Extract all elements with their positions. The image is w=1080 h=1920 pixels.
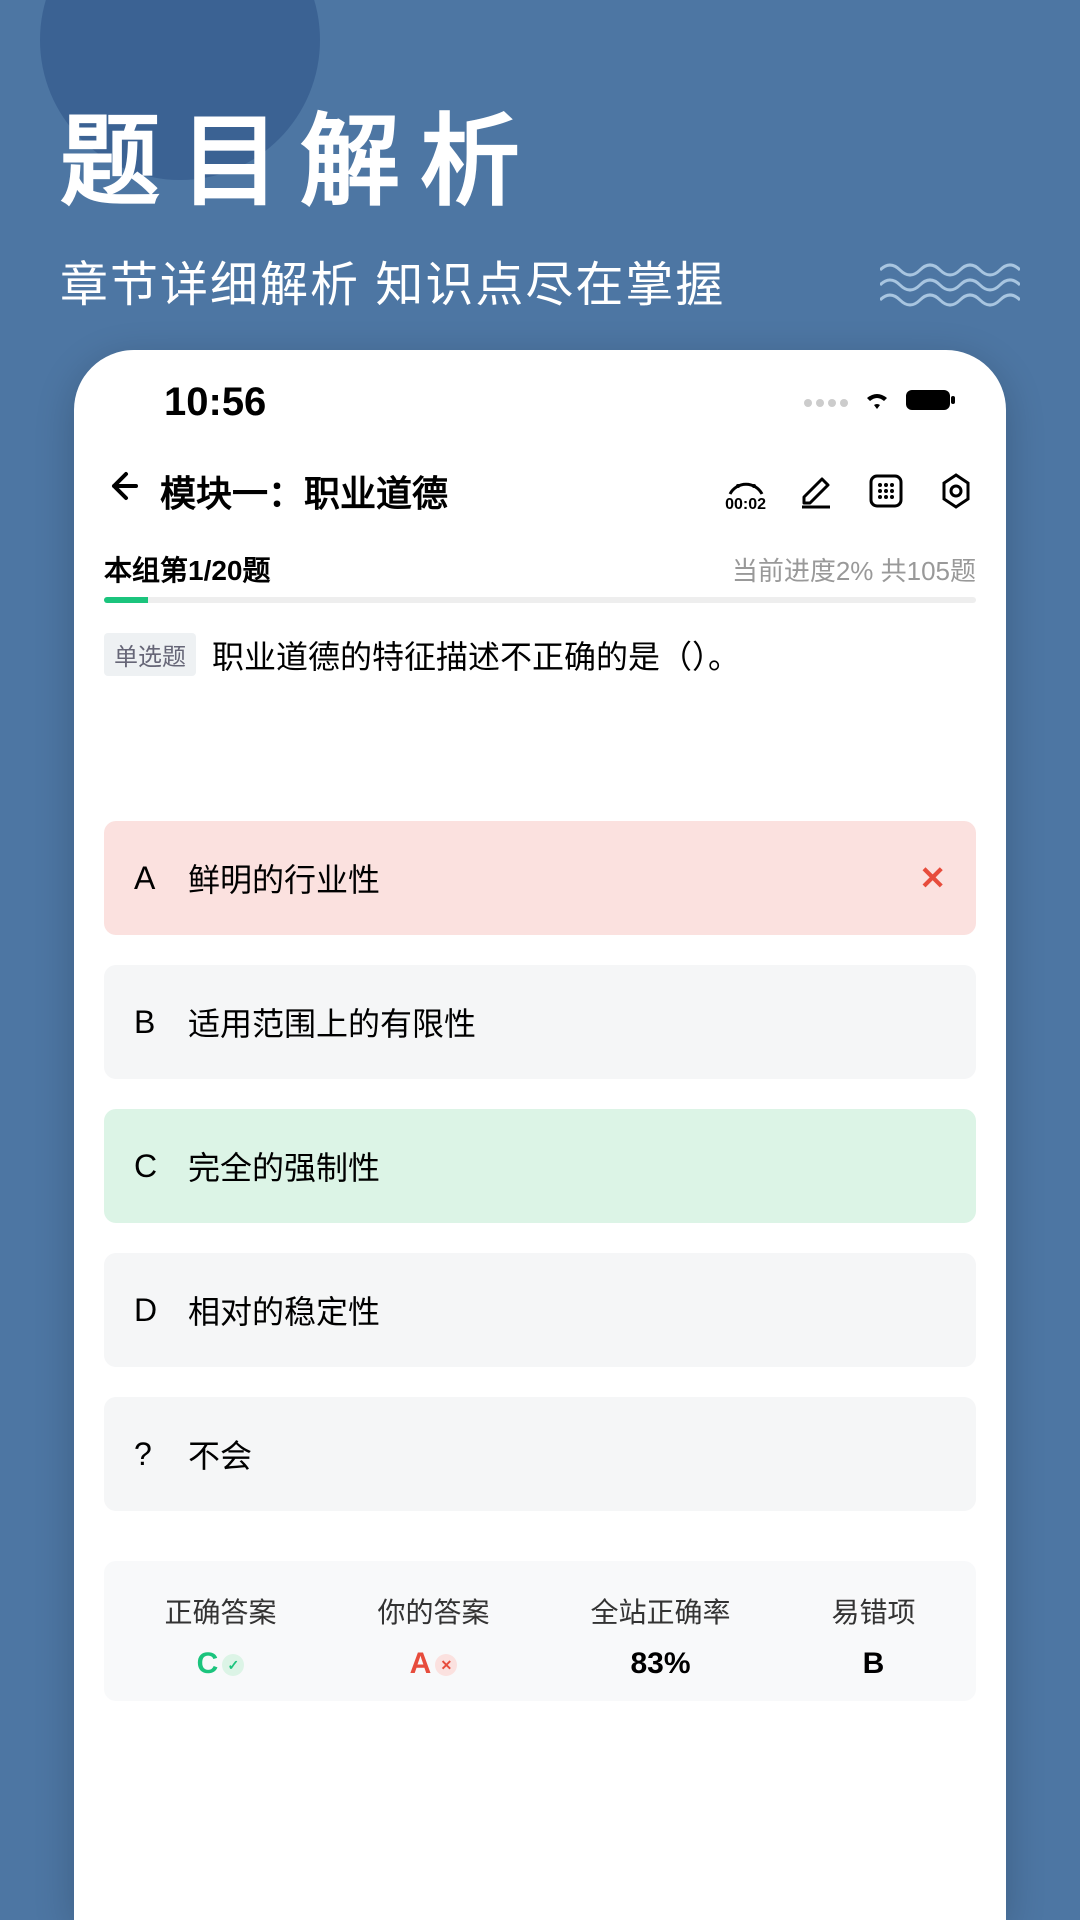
option-letter: A [134, 860, 164, 897]
progress-bar [104, 597, 976, 603]
grid-button[interactable] [866, 471, 906, 511]
question-area: 单选题 职业道德的特征描述不正确的是（）。 [74, 633, 1006, 681]
stat-value: B [863, 1647, 885, 1681]
status-time: 10:56 [164, 380, 266, 425]
stat-label: 正确答案 [164, 1591, 276, 1631]
wifi-icon [862, 388, 892, 417]
progress-row: 本组第1/20题 当前进度2% 共105题 [74, 537, 1006, 597]
edit-button[interactable] [796, 471, 836, 511]
stat-value: A✕ [410, 1647, 458, 1681]
option-c[interactable]: C 完全的强制性 [104, 1109, 976, 1223]
option-b[interactable]: B 适用范围上的有限性 [104, 965, 976, 1079]
check-icon: ✓ [222, 1654, 244, 1676]
option-text: 不会 [188, 1431, 252, 1477]
x-icon: ✕ [435, 1654, 457, 1676]
stat-value: C✓ [197, 1647, 245, 1681]
stat-label: 你的答案 [377, 1591, 489, 1631]
option-text: 适用范围上的有限性 [188, 999, 476, 1045]
option-unknown[interactable]: ? 不会 [104, 1397, 976, 1511]
stat-accuracy: 全站正确率 83% [590, 1591, 730, 1681]
question-text: 职业道德的特征描述不正确的是（）。 [212, 633, 740, 681]
hero-subtitle: 章节详细解析 知识点尽在掌握 [60, 245, 1020, 315]
option-text: 相对的稳定性 [188, 1287, 380, 1333]
option-text: 鲜明的行业性 [188, 855, 380, 901]
stat-correct-answer: 正确答案 C✓ [164, 1591, 276, 1681]
stat-common-mistake: 易错项 B [831, 1591, 915, 1681]
option-letter: B [134, 1004, 164, 1041]
back-button[interactable] [104, 468, 140, 514]
wrong-mark-icon: ✕ [919, 859, 946, 897]
signal-icon [804, 399, 848, 407]
status-icons [804, 388, 956, 417]
hero-section: 题目解析 章节详细解析 知识点尽在掌握 [0, 0, 1080, 345]
nav-bar: 模块一：职业道德 00:02 [74, 435, 1006, 537]
battery-icon [906, 388, 956, 417]
status-bar: 10:56 [74, 350, 1006, 435]
hero-title: 题目解析 [60, 80, 1020, 225]
stat-value: 83% [630, 1647, 690, 1681]
nav-actions: 00:02 [725, 468, 976, 514]
timer-text: 00:02 [725, 496, 766, 514]
progress-total: 当前进度2% 共105题 [732, 551, 976, 588]
settings-button[interactable] [936, 471, 976, 511]
waves-icon [880, 260, 1020, 310]
progress-counter: 本组第1/20题 [104, 549, 271, 589]
stat-label: 全站正确率 [590, 1591, 730, 1631]
option-letter: C [134, 1148, 164, 1185]
progress-fill [104, 597, 148, 603]
stat-label: 易错项 [831, 1591, 915, 1631]
option-letter: ? [134, 1436, 164, 1473]
timer-button[interactable]: 00:02 [725, 468, 766, 514]
option-text: 完全的强制性 [188, 1143, 380, 1189]
phone-mockup: 10:56 模块一：职业道德 00:02 [74, 350, 1006, 1920]
question-type-tag: 单选题 [104, 633, 196, 676]
option-letter: D [134, 1292, 164, 1329]
stat-your-answer: 你的答案 A✕ [377, 1591, 489, 1681]
option-a[interactable]: A 鲜明的行业性 ✕ [104, 821, 976, 935]
options-list: A 鲜明的行业性 ✕ B 适用范围上的有限性 C 完全的强制性 D 相对的稳定性… [74, 681, 1006, 1511]
option-d[interactable]: D 相对的稳定性 [104, 1253, 976, 1367]
answer-stats: 正确答案 C✓ 你的答案 A✕ 全站正确率 83% 易错项 B [104, 1561, 976, 1701]
nav-title: 模块一：职业道德 [160, 465, 705, 517]
